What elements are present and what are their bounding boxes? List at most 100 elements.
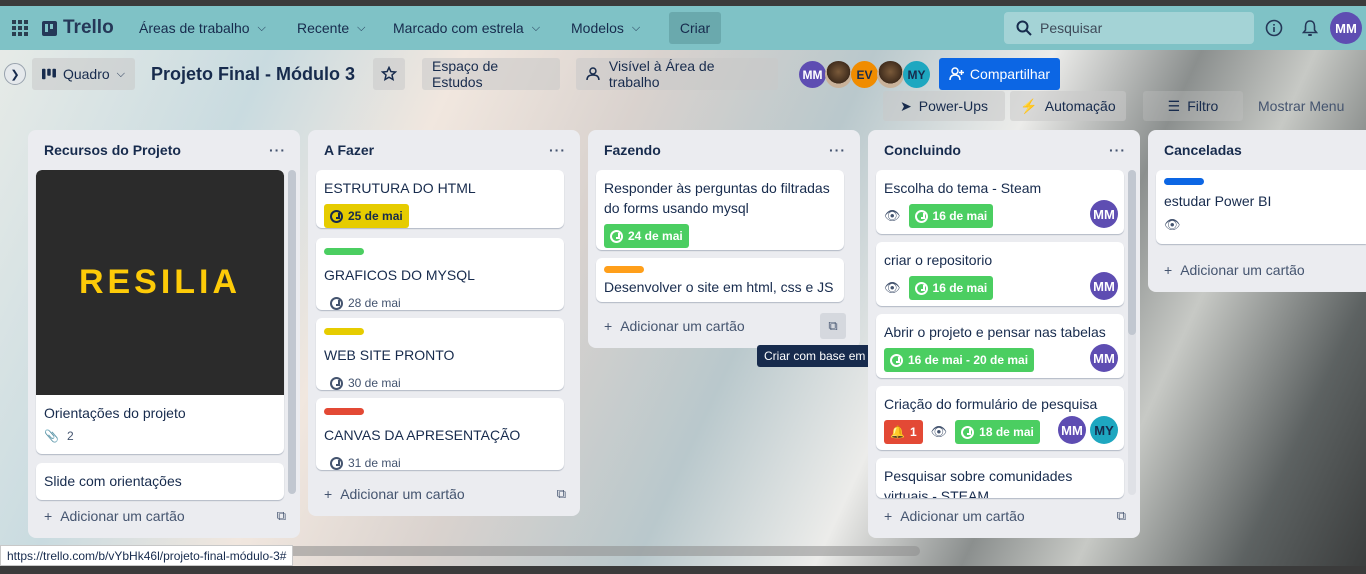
card-badges: 📎 2 <box>44 429 276 443</box>
list-menu-icon[interactable]: ··· <box>269 142 286 158</box>
menu-label: Áreas de trabalho <box>139 20 250 36</box>
add-card-button[interactable]: + Adicionar um cartão <box>44 508 185 524</box>
list-title[interactable]: Recursos do Projeto <box>44 142 181 158</box>
share-button[interactable]: Compartilhar <box>939 58 1060 90</box>
add-card-button[interactable]: + Adicionar um cartão <box>324 486 465 502</box>
card-label-orange[interactable] <box>604 266 644 273</box>
notification-badge[interactable]: 🔔 1 <box>884 420 923 444</box>
due-date: 24 de mai <box>628 229 683 243</box>
list-title[interactable]: Canceladas <box>1164 142 1242 158</box>
due-date-badge[interactable]: 16 de mai <box>908 276 994 300</box>
template-icon[interactable]: ⧉ <box>1117 508 1126 524</box>
card-label-green[interactable] <box>324 248 364 255</box>
card-label-red[interactable] <box>324 408 364 415</box>
template-icon[interactable]: ⧉ <box>820 313 846 339</box>
list-title[interactable]: A Fazer <box>324 142 374 158</box>
card[interactable]: CANVAS DA APRESENTAÇÃO 31 de mai <box>316 398 564 470</box>
due-date-badge[interactable]: 30 de mai <box>324 371 407 395</box>
search-input[interactable]: Pesquisar <box>1004 12 1254 44</box>
bell-icon[interactable] <box>1298 12 1322 44</box>
avatar: MM <box>799 61 826 88</box>
add-card-button[interactable]: + Adicionar um cartão <box>604 318 745 334</box>
automation-button[interactable]: ⚡ Automação <box>1010 91 1126 121</box>
menu-recent[interactable]: Recente ⌵ <box>297 12 366 44</box>
card[interactable]: Criação do formulário de pesquisa 🔔 1 👁 1… <box>876 386 1124 450</box>
user-avatar[interactable]: MM <box>1330 12 1362 44</box>
card[interactable]: WEB SITE PRONTO 30 de mai <box>316 318 564 390</box>
card[interactable]: criar o repositorio 👁 16 de mai MM <box>876 242 1124 306</box>
card-label-yellow[interactable] <box>324 328 364 335</box>
card-badges: 25 de mai <box>324 204 556 228</box>
card[interactable]: Abrir o projeto e pensar nas tabelas 16 … <box>876 314 1124 378</box>
template-icon[interactable]: ⧉ <box>557 486 566 502</box>
star-button[interactable] <box>373 58 405 90</box>
app-switcher-icon[interactable] <box>11 12 31 44</box>
list-scrollbar[interactable] <box>1128 170 1136 335</box>
card[interactable]: Slide com orientações <box>36 463 284 500</box>
list-title[interactable]: Concluindo <box>884 142 961 158</box>
card[interactable]: GRAFICOS DO MYSQL 28 de mai <box>316 238 564 310</box>
filter-button[interactable]: ☰ Filtro <box>1143 91 1243 121</box>
member-avatar-photo[interactable] <box>825 61 852 88</box>
menu-label: Modelos <box>571 20 624 36</box>
due-date-badge[interactable]: 24 de mai <box>604 224 689 248</box>
list-menu-icon[interactable]: ··· <box>1109 142 1126 158</box>
member-avatar[interactable]: MM <box>799 61 826 88</box>
card-member-avatar[interactable]: MM <box>1090 200 1118 228</box>
card-badges: 👁 <box>1164 217 1358 233</box>
show-menu-button[interactable]: Mostrar Menu <box>1258 98 1344 114</box>
list-menu-icon[interactable]: ··· <box>549 142 566 158</box>
due-date: 30 de mai <box>348 376 401 390</box>
chevron-down-icon: ⌵ <box>531 21 541 34</box>
due-date-badge[interactable]: 31 de mai <box>324 451 407 475</box>
card-member-avatar[interactable]: MY <box>1090 416 1118 444</box>
sidebar-expand-button[interactable]: ❯ <box>4 63 26 85</box>
template-icon[interactable]: ⧉ <box>277 508 286 524</box>
card[interactable]: RESILIA Orientações do projeto 📎 2 <box>36 170 284 454</box>
list-menu-icon[interactable]: ··· <box>829 142 846 158</box>
member-avatar-photo[interactable] <box>877 61 904 88</box>
add-card-button[interactable]: + Adicionar um cartão <box>884 508 1025 524</box>
list-title[interactable]: Fazendo <box>604 142 661 158</box>
due-date-badge[interactable]: 16 de mai <box>908 204 994 228</box>
star-icon <box>381 66 397 81</box>
menu-workspaces[interactable]: Áreas de trabalho ⌵ <box>139 12 266 44</box>
card[interactable]: Escolha do tema - Steam 👁 16 de mai MM <box>876 170 1124 234</box>
board-view-switcher[interactable]: Quadro ⌵ <box>32 58 135 90</box>
visibility-button[interactable]: Visível à Área de trabalho <box>576 58 778 90</box>
card[interactable]: ESTRUTURA DO HTML 25 de mai <box>316 170 564 228</box>
card-member-avatar[interactable]: MM <box>1090 344 1118 372</box>
member-avatar[interactable]: EV <box>851 61 878 88</box>
workspace-button[interactable]: Espaço de Estudos <box>422 58 560 90</box>
card[interactable]: estudar Power BI 👁 <box>1156 170 1366 244</box>
due-date-badge[interactable]: 28 de mai <box>324 291 407 315</box>
add-card-label: Adicionar um cartão <box>900 508 1025 524</box>
board-title[interactable]: Projeto Final - Módulo 3 <box>151 64 355 85</box>
member-avatar[interactable]: MY <box>903 61 930 88</box>
menu-starred[interactable]: Marcado com estrela ⌵ <box>393 12 540 44</box>
add-card-button[interactable]: + Adicionar um cartão <box>1164 262 1305 278</box>
menu-templates[interactable]: Modelos ⌵ <box>571 12 640 44</box>
card-member-avatar[interactable]: MM <box>1090 272 1118 300</box>
search-icon <box>1016 20 1032 36</box>
card[interactable]: Responder às perguntas do filtradas do f… <box>596 170 844 250</box>
due-date: 31 de mai <box>348 456 401 470</box>
due-date-badge[interactable]: 18 de mai <box>955 420 1040 444</box>
card[interactable]: Desenvolver o site em html, css e JS <box>596 258 844 302</box>
due-date-badge[interactable]: 25 de mai <box>324 204 409 228</box>
due-date-badge[interactable]: 16 de mai - 20 de mai <box>884 348 1035 372</box>
list-scrollbar[interactable] <box>288 170 296 494</box>
filter-label: Filtro <box>1187 98 1219 114</box>
info-icon[interactable] <box>1262 12 1286 44</box>
due-date: 16 de mai <box>932 281 988 295</box>
card-label-blue[interactable] <box>1164 178 1204 185</box>
trello-logo[interactable]: Trello <box>42 12 114 44</box>
card[interactable]: Pesquisar sobre comunidades virtuais - S… <box>876 458 1124 498</box>
list-recursos-do-projeto: Recursos do Projeto ··· RESILIA Orientaçõ… <box>28 130 300 538</box>
card-title: CANVAS DA APRESENTAÇÃO <box>324 427 521 443</box>
lightning-icon: ⚡ <box>1020 97 1038 114</box>
chevron-right-icon: ❯ <box>10 68 20 81</box>
card-member-avatar[interactable]: MM <box>1058 416 1086 444</box>
powerups-button[interactable]: ➤ Power-Ups <box>883 91 1005 121</box>
create-button[interactable]: Criar <box>669 12 721 44</box>
